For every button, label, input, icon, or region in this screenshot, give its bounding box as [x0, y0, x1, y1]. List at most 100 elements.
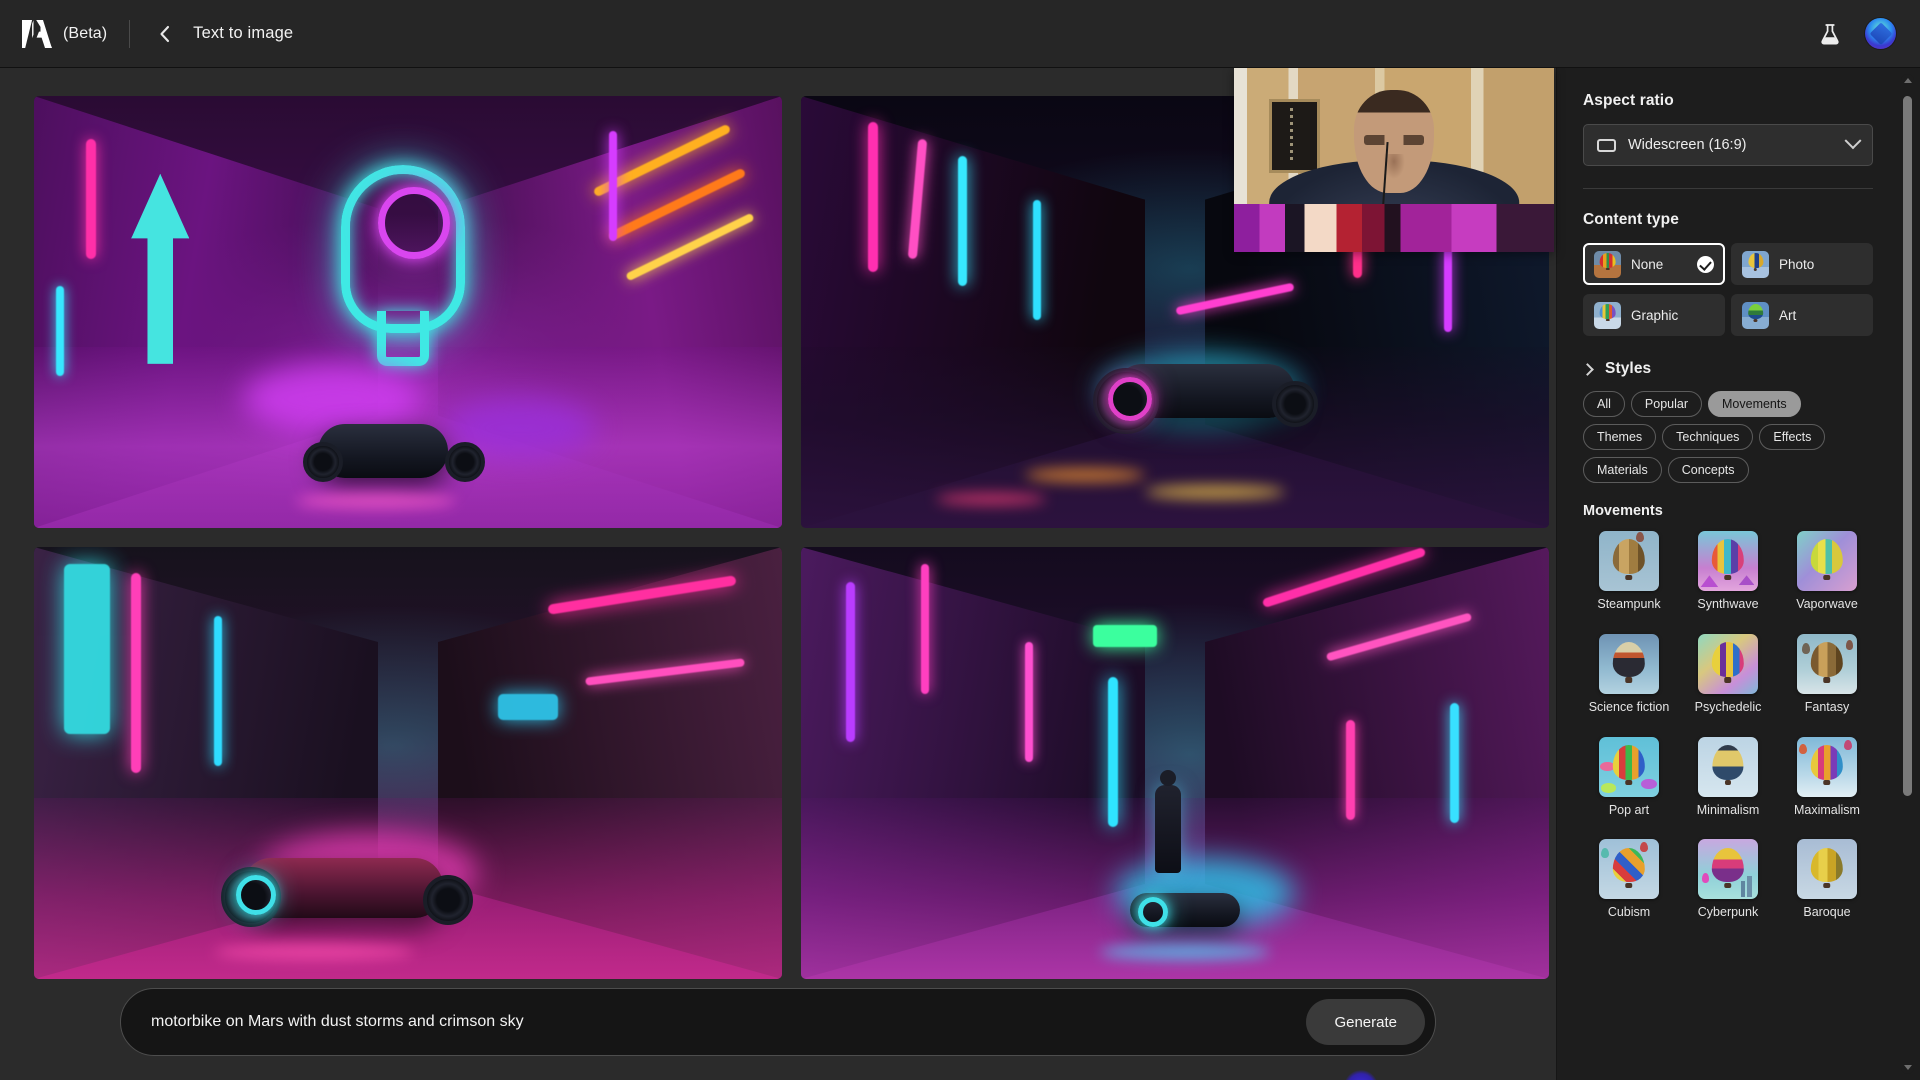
style-minimalism[interactable]: Minimalism: [1682, 736, 1774, 818]
content-type-label: Art: [1779, 307, 1797, 323]
generated-art-4: [801, 547, 1549, 979]
style-psychedelic[interactable]: Psychedelic: [1682, 633, 1774, 715]
balloon-thumb-icon: [1742, 301, 1769, 329]
style-label: Science fiction: [1588, 699, 1670, 714]
application-root: (Beta) Text to image motorbike on Mars w…: [0, 0, 1920, 1080]
chevron-right-icon: [1581, 362, 1594, 376]
style-filter-materials[interactable]: Materials: [1583, 457, 1662, 483]
balloon-thumb-icon: [1594, 250, 1621, 278]
style-thumbnail: [1698, 633, 1758, 694]
adobe-logo-icon[interactable]: [22, 19, 52, 48]
balloon-thumb-icon: [1594, 301, 1621, 329]
style-label: Cyberpunk: [1697, 905, 1759, 920]
wall-picture-frame: [1269, 99, 1321, 173]
result-image-4[interactable]: [801, 547, 1549, 979]
check-icon: [1697, 255, 1714, 273]
aspect-ratio-select[interactable]: Widescreen (16:9): [1583, 124, 1873, 166]
style-filter-popular[interactable]: Popular: [1630, 391, 1702, 417]
beta-label: (Beta): [63, 24, 108, 42]
style-thumbnail: [1599, 839, 1659, 900]
result-image-1[interactable]: [34, 96, 782, 528]
content-type-graphic[interactable]: Graphic: [1583, 294, 1725, 336]
avatar[interactable]: [1865, 18, 1896, 49]
styles-section-toggle[interactable]: Styles: [1581, 360, 1879, 378]
style-label: Minimalism: [1696, 802, 1760, 817]
top-bar: (Beta) Text to image: [0, 0, 1920, 68]
chevron-down-icon: [1844, 132, 1862, 150]
prompt-bar: Generate: [120, 988, 1436, 1056]
style-cubism[interactable]: Cubism: [1583, 839, 1675, 920]
content-type-photo[interactable]: Photo: [1731, 243, 1873, 285]
flask-icon: [1821, 23, 1839, 44]
content-type-grid: None Photo Graphic Art: [1583, 243, 1873, 336]
content-type-label: None: [1631, 256, 1664, 272]
settings-sidebar: Aspect ratio Widescreen (16:9) Content t…: [1556, 68, 1920, 1080]
sidebar-scrollbar[interactable]: [1901, 74, 1914, 1074]
style-filter-concepts[interactable]: Concepts: [1667, 457, 1749, 483]
generated-art-3: [34, 547, 782, 979]
back-button[interactable]: [148, 17, 182, 51]
style-fantasy[interactable]: Fantasy: [1781, 633, 1873, 715]
balloon-thumb-icon: [1742, 250, 1769, 278]
style-label: Cubism: [1607, 905, 1651, 920]
style-thumbnail: [1599, 736, 1659, 797]
content-type-heading: Content type: [1583, 211, 1679, 228]
generate-button[interactable]: Generate: [1306, 999, 1425, 1045]
style-maximalism[interactable]: Maximalism: [1781, 736, 1873, 818]
monitor-reflection: [1234, 204, 1554, 252]
style-thumbnail-grid: Steampunk Synthwave Vaporwave Science fi…: [1583, 531, 1873, 920]
rectangle-icon: [1597, 138, 1616, 152]
style-science-fiction[interactable]: Science fiction: [1583, 633, 1675, 715]
style-group-title: Movements: [1583, 503, 1663, 519]
style-filter-movements[interactable]: Movements: [1708, 391, 1801, 417]
style-label: Fantasy: [1804, 699, 1850, 714]
prompt-input[interactable]: [151, 1013, 1307, 1031]
divider: [1583, 188, 1873, 189]
page-title: Text to image: [193, 24, 294, 42]
top-bar-left: (Beta) Text to image: [0, 17, 293, 51]
style-label: Pop art: [1608, 802, 1650, 817]
style-filter-all[interactable]: All: [1583, 391, 1625, 417]
style-baroque[interactable]: Baroque: [1781, 839, 1873, 920]
style-label: Vaporwave: [1796, 597, 1858, 611]
style-thumbnail: [1797, 736, 1857, 797]
result-image-3[interactable]: [34, 547, 782, 979]
style-synthwave[interactable]: Synthwave: [1682, 531, 1774, 612]
style-label: Steampunk: [1597, 597, 1661, 611]
content-type-art[interactable]: Art: [1731, 294, 1873, 336]
click-highlight: [1344, 1070, 1378, 1080]
style-thumbnail: [1797, 531, 1857, 591]
style-cyberpunk[interactable]: Cyberpunk: [1682, 839, 1774, 920]
style-vaporwave[interactable]: Vaporwave: [1781, 531, 1873, 612]
style-filter-chips: All Popular Movements Themes Techniques …: [1583, 391, 1873, 483]
content-type-label: Photo: [1779, 256, 1815, 272]
settings-content: Aspect ratio Widescreen (16:9) Content t…: [1557, 68, 1905, 960]
style-thumbnail: [1698, 531, 1758, 591]
content-type-none[interactable]: None: [1583, 243, 1725, 285]
styles-heading: Styles: [1605, 360, 1652, 377]
aspect-ratio-value: Widescreen (16:9): [1628, 137, 1747, 153]
scroll-up-arrow-icon[interactable]: [1903, 78, 1912, 83]
style-filter-effects[interactable]: Effects: [1759, 424, 1826, 450]
chevron-left-icon: [160, 25, 170, 42]
top-bar-right: [1813, 17, 1920, 51]
webcam-overlay: [1234, 68, 1554, 252]
style-filter-themes[interactable]: Themes: [1583, 424, 1657, 450]
style-label: Baroque: [1803, 905, 1851, 920]
scroll-down-arrow-icon[interactable]: [1903, 1065, 1912, 1070]
presenter-head: [1354, 90, 1434, 194]
style-thumbnail: [1599, 633, 1659, 694]
style-filter-techniques[interactable]: Techniques: [1662, 424, 1754, 450]
scrollbar-thumb[interactable]: [1903, 96, 1912, 796]
content-type-label: Graphic: [1631, 307, 1679, 323]
style-thumbnail: [1797, 633, 1857, 694]
style-pop-art[interactable]: Pop art: [1583, 736, 1675, 818]
style-label: Maximalism: [1794, 802, 1860, 817]
style-label: Synthwave: [1697, 597, 1759, 611]
experiments-button[interactable]: [1813, 17, 1847, 51]
style-thumbnail: [1698, 736, 1758, 797]
style-steampunk[interactable]: Steampunk: [1583, 531, 1675, 612]
generated-art-1: [34, 96, 782, 528]
aspect-ratio-heading: Aspect ratio: [1583, 92, 1674, 109]
style-label: Psychedelic: [1694, 699, 1762, 714]
